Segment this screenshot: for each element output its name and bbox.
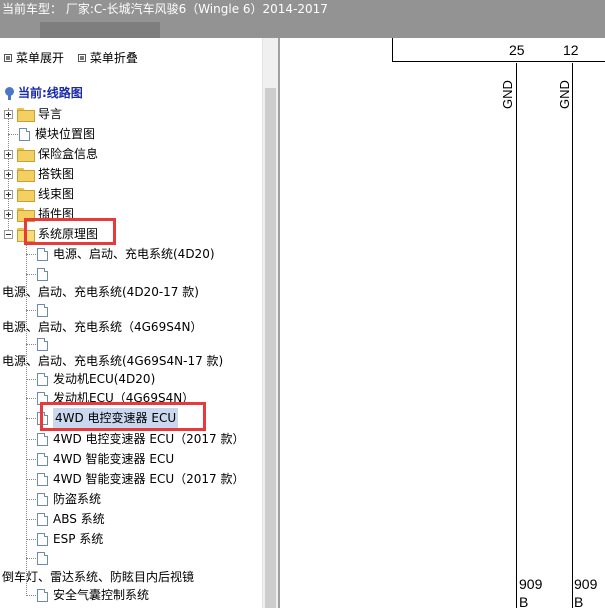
wire-color: B <box>574 594 584 608</box>
tree-item-doc[interactable] <box>26 264 53 284</box>
tree-line <box>26 417 36 419</box>
tree-item-power-4d20[interactable]: 电源、启动、充电系统(4D20) <box>26 244 215 264</box>
tree-item-module-location[interactable]: 模块位置图 <box>8 124 95 144</box>
tree-item-reverse-radar[interactable]: 倒车灯、雷达系统、防眩目内后视镜 <box>2 567 194 587</box>
document-icon <box>37 337 48 351</box>
collapse-icon <box>77 54 86 62</box>
document-icon <box>37 452 48 466</box>
tree-line <box>26 273 36 275</box>
current-location: 当前:线路图 <box>4 84 83 102</box>
tree-line <box>26 378 36 380</box>
document-icon <box>37 492 48 506</box>
folder-icon <box>17 148 35 162</box>
tree-line <box>26 458 36 460</box>
wire-number: 909 <box>519 576 543 592</box>
expand-toggle-icon[interactable] <box>4 109 13 119</box>
location-pin-icon <box>4 86 15 100</box>
tree-line <box>26 518 36 520</box>
tree-item-doc[interactable] <box>26 548 53 568</box>
document-icon <box>37 303 48 317</box>
tree-item-airbag[interactable]: 安全气囊控制系统 <box>26 585 149 605</box>
wire-number: 909 <box>574 576 598 592</box>
tree-item-engine-ecu-4d20[interactable]: 发动机ECU(4D20) <box>26 369 155 389</box>
tree-line <box>26 478 36 480</box>
tree-item-harness[interactable]: 线束图 <box>4 184 74 204</box>
expand-icon <box>4 54 12 62</box>
tree-item-power-4g69s4n-17[interactable]: 电源、启动、充电系统(4G69S4N-17 款) <box>2 351 223 371</box>
tree-line <box>26 397 36 399</box>
tree-item-anti-theft[interactable]: 防盗系统 <box>26 489 101 509</box>
tree-line <box>26 594 36 596</box>
tree-line <box>26 438 36 440</box>
document-icon <box>37 512 48 526</box>
tree-line <box>26 498 36 500</box>
tree-item-fuse-box[interactable]: 保险盒信息 <box>4 144 98 164</box>
document-icon <box>37 267 48 281</box>
annotation-box-4wd-ecu <box>40 402 206 431</box>
expand-toggle-icon[interactable] <box>4 169 13 179</box>
document-icon <box>37 372 48 386</box>
folder-icon <box>17 188 35 202</box>
pin-signal-label: GND <box>557 80 572 109</box>
collapse-toggle-icon[interactable] <box>4 229 13 239</box>
wiring-diagram-view: 25 12 GND GND 909 909 B B <box>280 38 605 608</box>
tree-item-intro[interactable]: 导言 <box>4 104 62 124</box>
expand-toggle-icon[interactable] <box>4 149 13 159</box>
annotation-box-schematic <box>24 218 116 245</box>
tree-panel: 菜单展开 菜单折叠 当前:线路图 导言 模块位置图 保险盒信息 搭铁图 线束图 <box>0 38 262 608</box>
vehicle-title: 当前车型： 厂家:C-长城汽车风骏6（Wingle 6）2014-2017 <box>2 2 328 16</box>
folder-icon <box>17 108 35 122</box>
tree-scrollbar[interactable] <box>262 38 278 608</box>
expand-menu-button[interactable]: 菜单展开 <box>4 50 64 66</box>
titlebar-strip <box>40 22 160 38</box>
expand-menu-label: 菜单展开 <box>16 51 65 65</box>
tree-item-abs[interactable]: ABS 系统 <box>26 509 105 529</box>
collapse-menu-label: 菜单折叠 <box>89 51 138 65</box>
document-icon <box>19 127 30 141</box>
tree-line <box>8 133 18 135</box>
tree-item-4wd-smart-ecu-2017[interactable]: 4WD 智能变速器 ECU（2017 款） <box>26 469 244 489</box>
pin-signal-label: GND <box>500 80 515 109</box>
expand-toggle-icon[interactable] <box>4 209 13 219</box>
tree-item-esp[interactable]: ESP 系统 <box>26 529 103 549</box>
wire-color: B <box>519 594 529 608</box>
wire-line <box>572 63 573 608</box>
tree-item-power-4d20-17[interactable]: 电源、启动、充电系统(4D20-17 款) <box>2 282 199 302</box>
tree-line <box>26 343 36 345</box>
tree-item-4wd-ecu-2017[interactable]: 4WD 电控变速器 ECU（2017 款） <box>26 429 244 449</box>
document-icon <box>37 551 48 565</box>
wire-line <box>516 63 517 608</box>
tree-item-ground[interactable]: 搭铁图 <box>4 164 74 184</box>
tree-line <box>26 309 36 311</box>
scrollbar-thumb[interactable] <box>265 88 276 608</box>
document-icon <box>37 432 48 446</box>
document-icon <box>37 532 48 546</box>
menu-toolbar: 菜单展开 菜单折叠 <box>4 50 148 66</box>
tree-line <box>26 253 36 255</box>
tree-line <box>26 557 36 559</box>
folder-icon <box>17 168 35 182</box>
pin-number: 25 <box>509 42 525 58</box>
expand-toggle-icon[interactable] <box>4 189 13 199</box>
pin-number: 12 <box>563 42 579 58</box>
document-icon <box>37 247 48 261</box>
current-location-label: 当前:线路图 <box>18 86 83 100</box>
tree-line <box>26 538 36 540</box>
tree-item-4wd-smart-ecu[interactable]: 4WD 智能变速器 ECU <box>26 449 174 469</box>
document-icon <box>37 588 48 602</box>
window-titlebar: 当前车型： 厂家:C-长城汽车风骏6（Wingle 6）2014-2017 <box>0 0 605 38</box>
collapse-menu-button[interactable]: 菜单折叠 <box>77 50 138 66</box>
document-icon <box>37 472 48 486</box>
